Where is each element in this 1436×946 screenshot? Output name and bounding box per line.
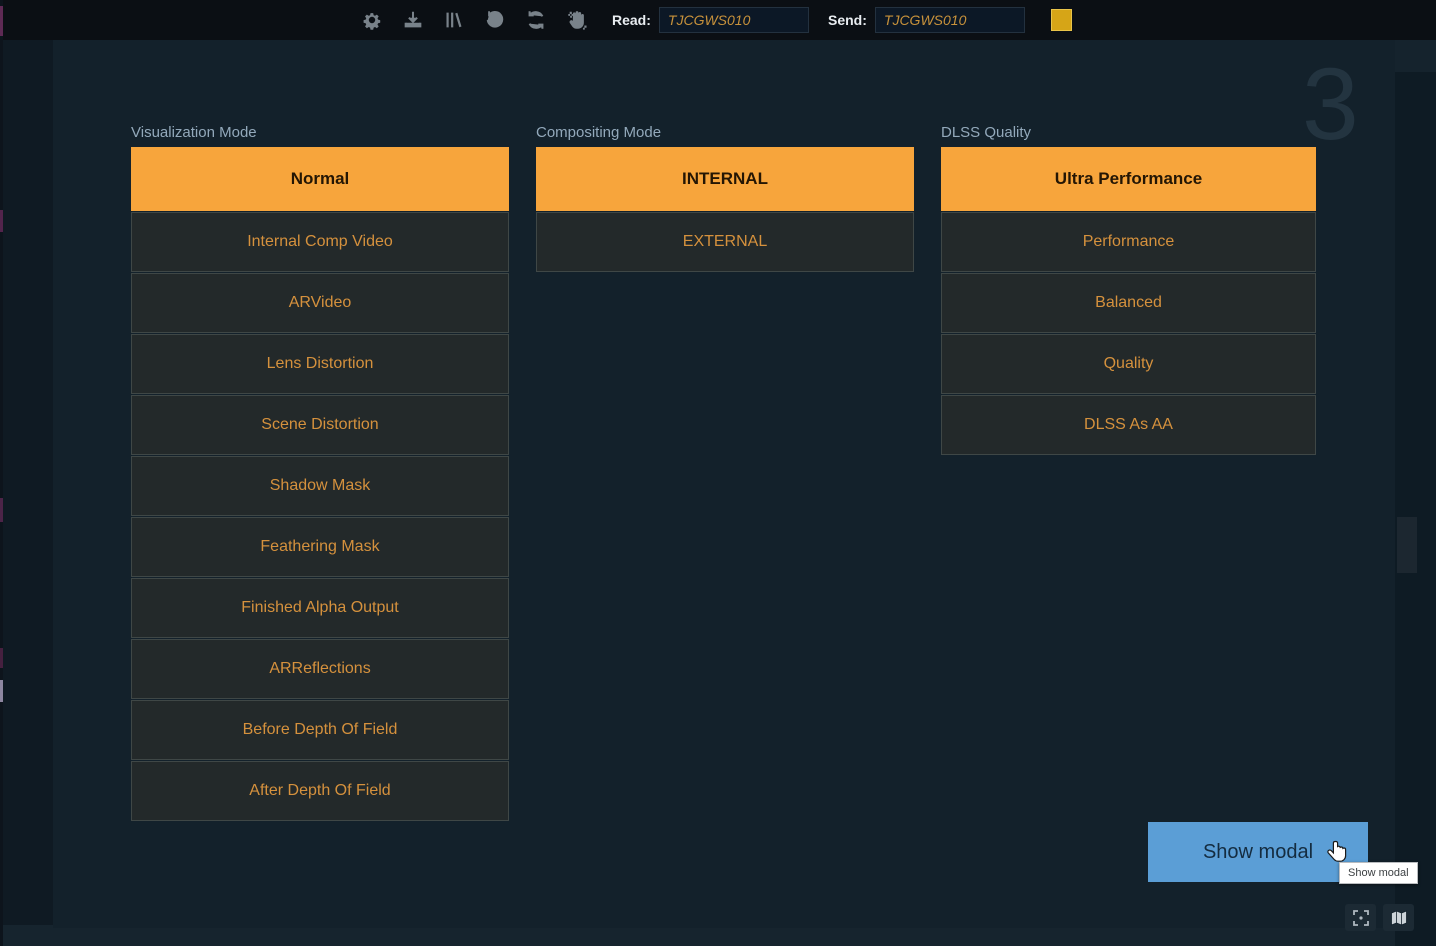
- read-field-group: Read:: [612, 0, 809, 40]
- library-icon[interactable]: [442, 8, 466, 32]
- read-label: Read:: [612, 12, 651, 28]
- glitch-artifact: [0, 210, 3, 232]
- option-internal-comp-video[interactable]: Internal Comp Video: [131, 212, 509, 272]
- fit-view-button[interactable]: [1345, 904, 1376, 931]
- send-field-group: Send:: [828, 0, 1025, 40]
- settings-icon[interactable]: [360, 8, 384, 32]
- right-strip-top-block: [1395, 40, 1436, 72]
- compositing-mode-group: Compositing Mode INTERNAL EXTERNAL: [536, 124, 914, 273]
- option-balanced[interactable]: Balanced: [941, 273, 1316, 333]
- map-icon: [1390, 909, 1408, 927]
- left-edge-strip: [0, 0, 3, 946]
- option-arvideo[interactable]: ARVideo: [131, 273, 509, 333]
- option-shadow-mask[interactable]: Shadow Mask: [131, 456, 509, 516]
- option-before-depth-of-field[interactable]: Before Depth Of Field: [131, 700, 509, 760]
- map-button[interactable]: [1383, 904, 1414, 931]
- option-feathering-mask[interactable]: Feathering Mask: [131, 517, 509, 577]
- read-input[interactable]: [659, 7, 809, 33]
- visualization-mode-group: Visualization Mode Normal Internal Comp …: [131, 124, 509, 822]
- compositing-mode-title: Compositing Mode: [536, 124, 914, 147]
- glitch-artifact: [0, 680, 3, 702]
- bottom-strip: [0, 925, 1436, 946]
- option-quality[interactable]: Quality: [941, 334, 1316, 394]
- option-finished-alpha-output[interactable]: Finished Alpha Output: [131, 578, 509, 638]
- fit-view-icon: [1352, 909, 1370, 927]
- option-scene-distortion[interactable]: Scene Distortion: [131, 395, 509, 455]
- option-normal[interactable]: Normal: [131, 147, 509, 211]
- dlss-quality-title: DLSS Quality: [941, 124, 1316, 147]
- option-after-depth-of-field[interactable]: After Depth Of Field: [131, 761, 509, 821]
- download-icon[interactable]: [401, 8, 425, 32]
- option-ultra-performance[interactable]: Ultra Performance: [941, 147, 1316, 211]
- history-icon[interactable]: [483, 8, 507, 32]
- right-scroll-strip: [1395, 40, 1436, 946]
- option-dlss-as-aa[interactable]: DLSS As AA: [941, 395, 1316, 455]
- dlss-quality-group: DLSS Quality Ultra Performance Performan…: [941, 124, 1316, 456]
- option-performance[interactable]: Performance: [941, 212, 1316, 272]
- option-arreflections[interactable]: ARReflections: [131, 639, 509, 699]
- hand-gesture-icon[interactable]: [565, 8, 589, 32]
- send-input[interactable]: [875, 7, 1025, 33]
- option-internal[interactable]: INTERNAL: [536, 147, 914, 211]
- glitch-artifact: [0, 6, 3, 36]
- toolbar-icon-group: [360, 0, 589, 40]
- show-modal-tooltip: Show modal: [1339, 862, 1418, 884]
- sync-icon[interactable]: [524, 8, 548, 32]
- visualization-mode-title: Visualization Mode: [131, 124, 509, 147]
- option-lens-distortion[interactable]: Lens Distortion: [131, 334, 509, 394]
- scrollbar-thumb[interactable]: [1397, 517, 1417, 573]
- record-indicator-square[interactable]: [1051, 9, 1072, 31]
- option-external[interactable]: EXTERNAL: [536, 212, 914, 272]
- glitch-artifact: [0, 498, 3, 522]
- glitch-artifact: [0, 648, 3, 668]
- top-toolbar: Read: Send:: [0, 0, 1436, 40]
- show-modal-button[interactable]: Show modal: [1148, 822, 1368, 882]
- send-label: Send:: [828, 12, 867, 28]
